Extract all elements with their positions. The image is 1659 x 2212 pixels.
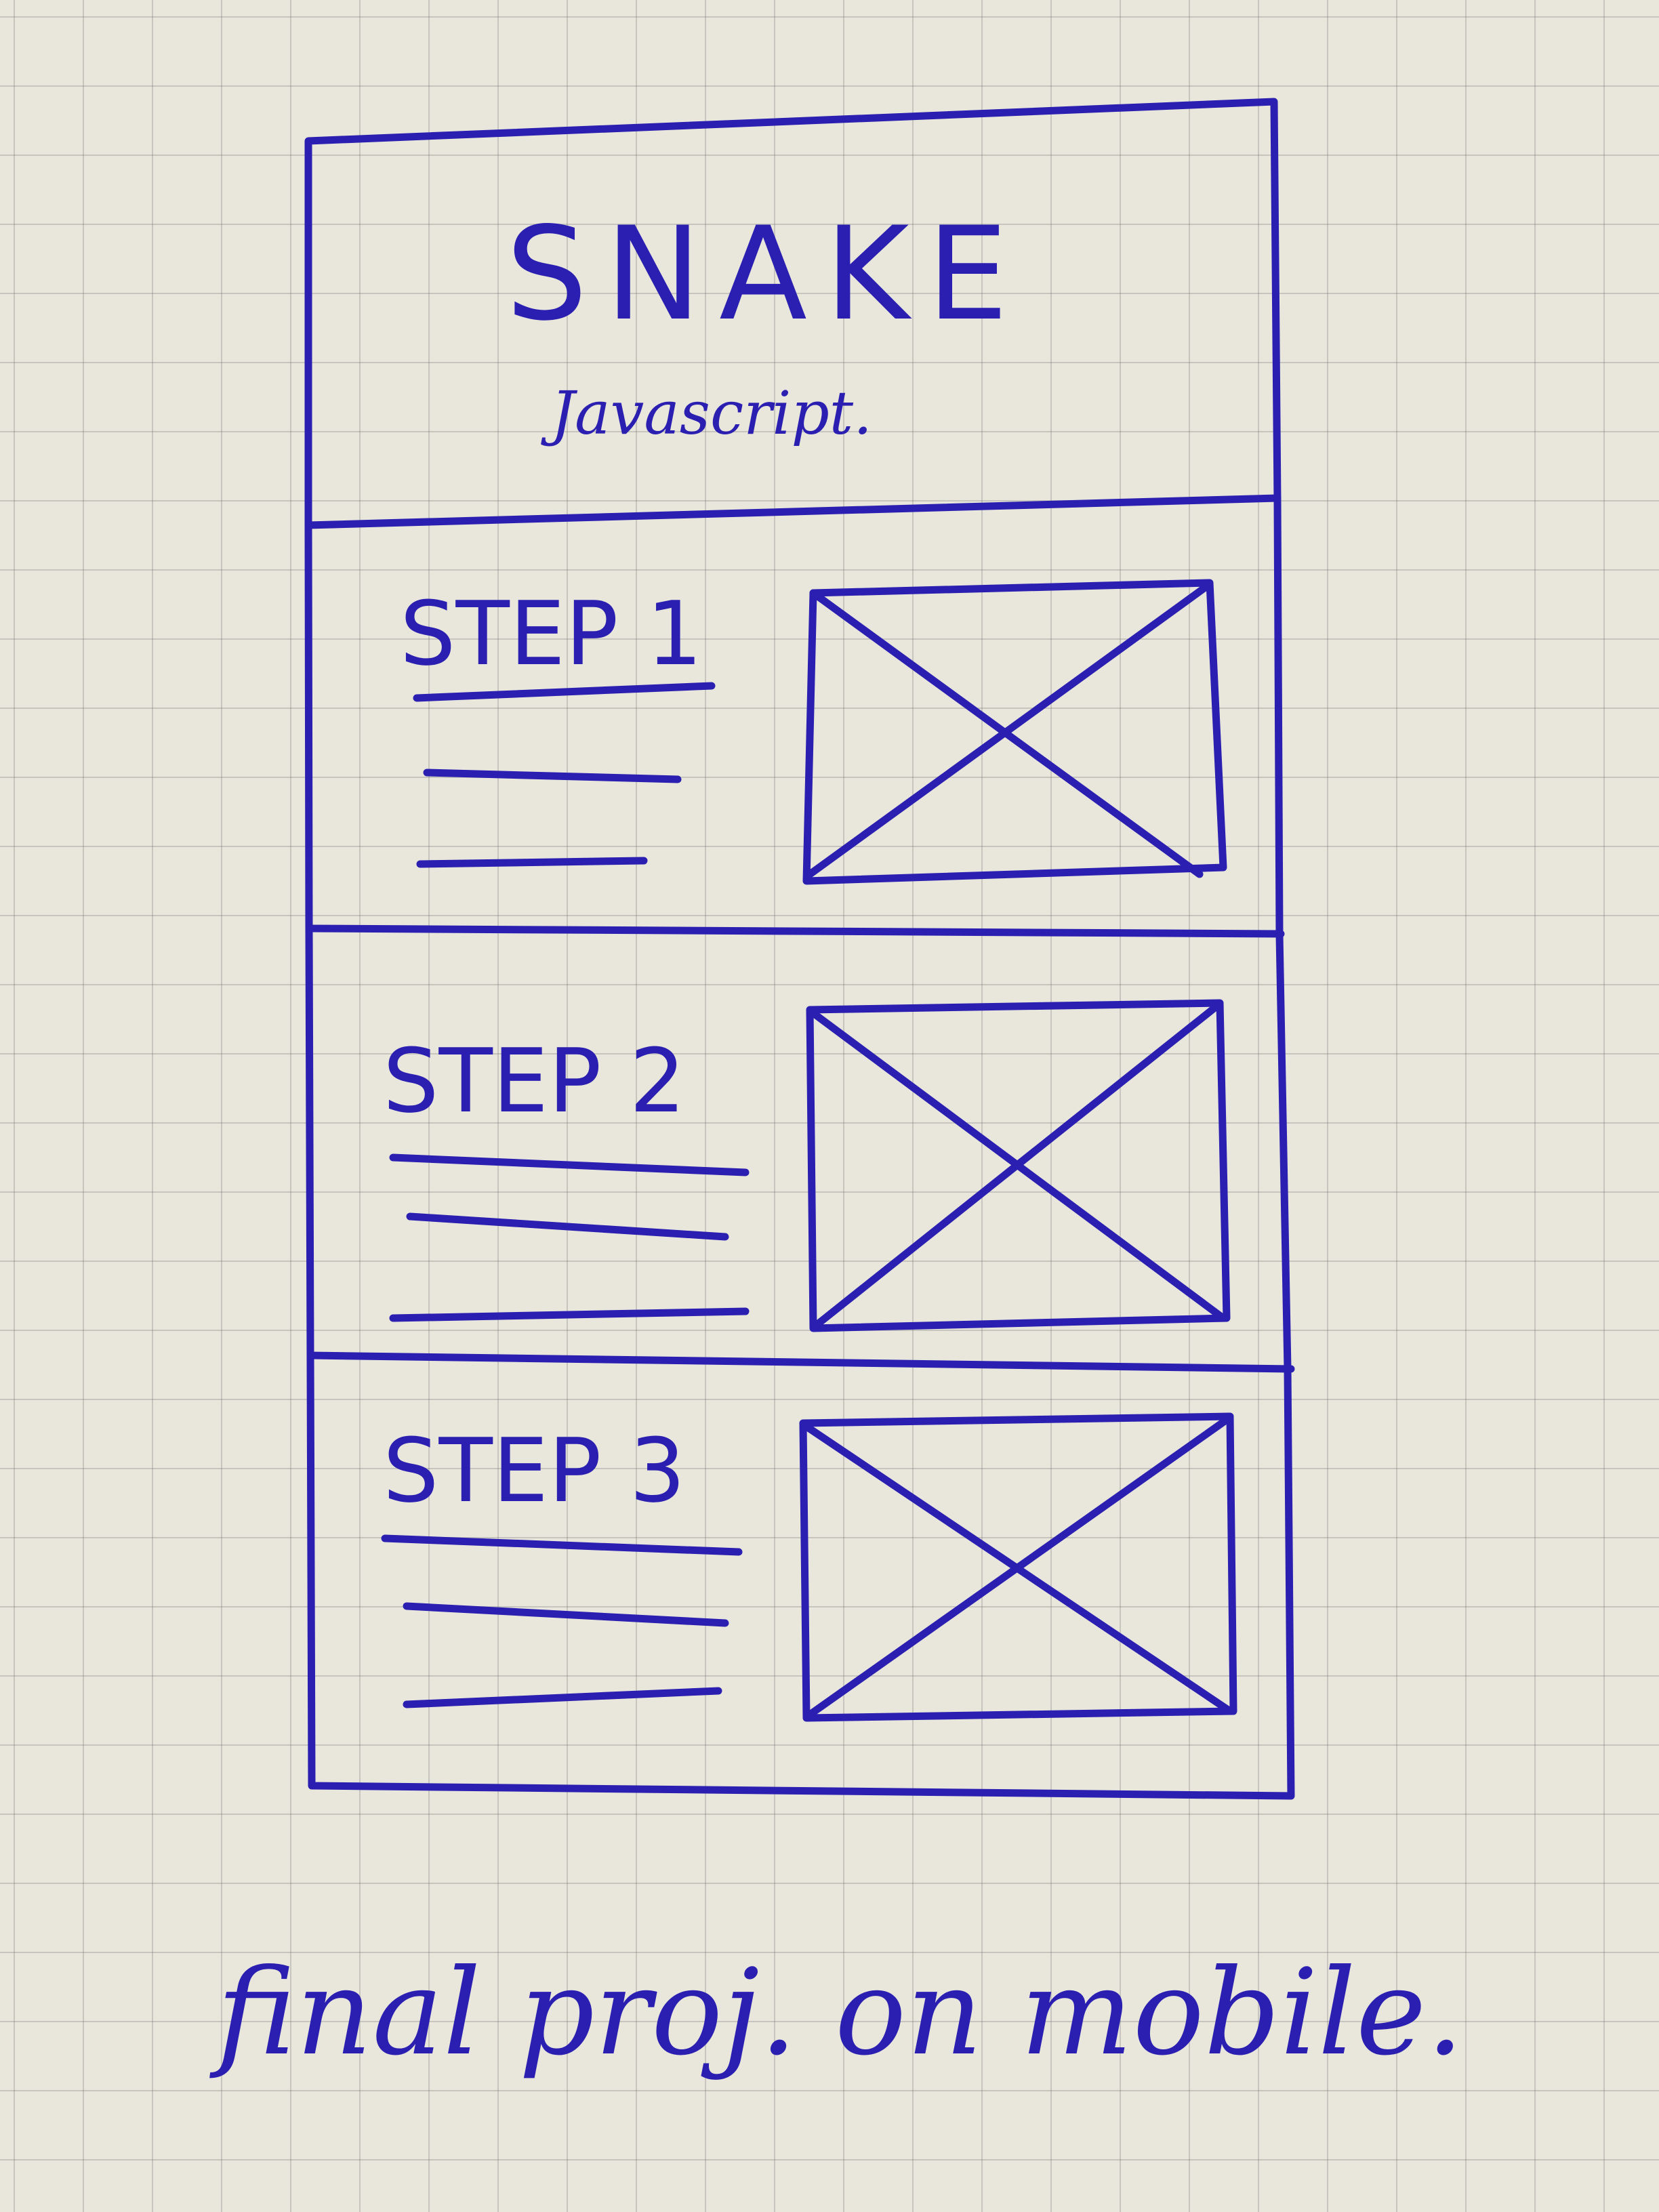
header-divider [304,494,1282,529]
step-title: STEP 1 [400,582,703,685]
step-section: STEP 2 [383,999,1231,1332]
text-line [381,1534,743,1556]
wireframe-sketch: SNAKE Javascript. STEP 1 STEP 2 STEP 3 f… [209,98,1464,2082]
header: SNAKE Javascript. [506,199,1025,448]
text-line [406,1212,729,1241]
text-line [403,1602,729,1627]
page-title: SNAKE [506,199,1025,349]
step-title: STEP 3 [383,1419,686,1522]
image-placeholder [802,579,1227,885]
text-line [389,1153,750,1176]
step-section: STEP 3 [381,1412,1237,1722]
image-placeholder [806,999,1231,1332]
step-section: STEP 1 [400,579,1227,885]
step-title: STEP 2 [383,1029,686,1132]
text-line [423,769,682,783]
page-subtitle: Javascript. [541,378,872,448]
step-divider-2 [306,1351,1295,1373]
sketch-caption: final proj. on mobile. [209,1944,1464,2082]
step-title-underline [413,682,716,702]
text-line [416,857,648,868]
text-line [403,1687,722,1708]
image-placeholder [799,1412,1237,1722]
step-divider-1 [305,924,1285,938]
text-line [389,1307,750,1322]
